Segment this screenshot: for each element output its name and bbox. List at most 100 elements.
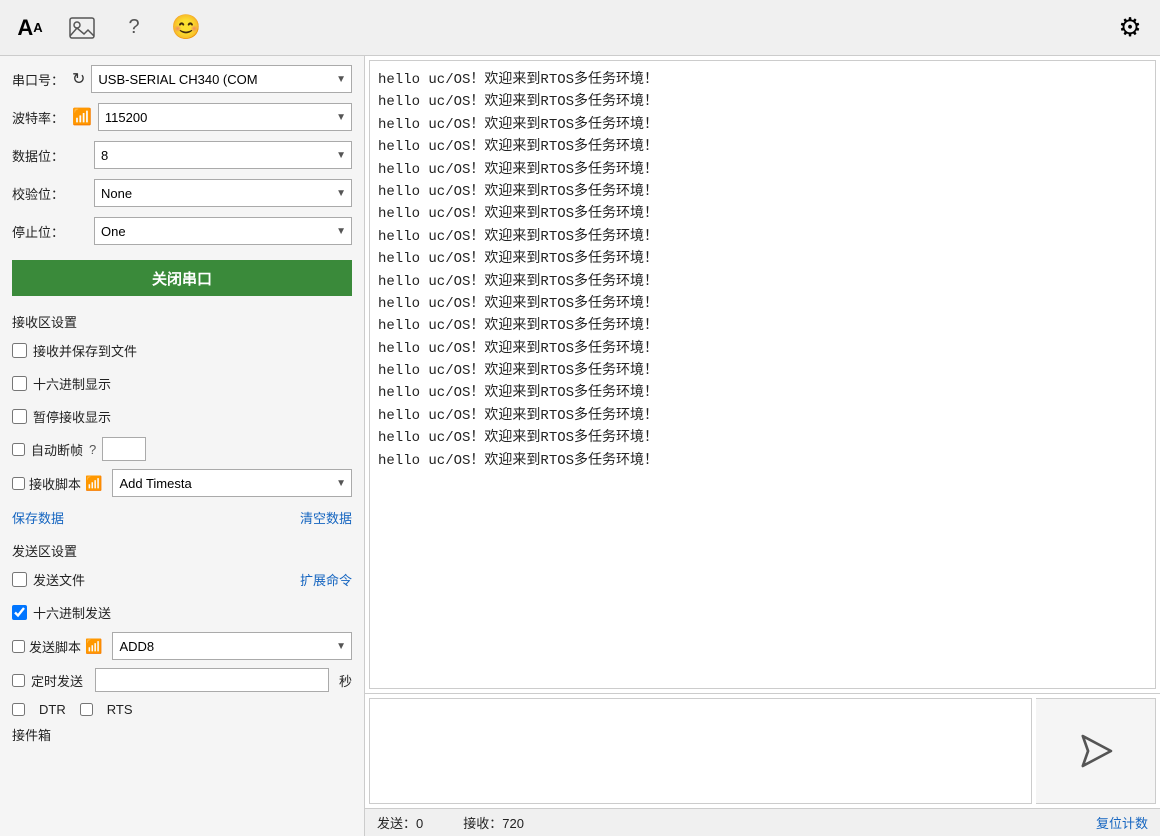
receive-script-select[interactable]: Add TimestaNoneCustom [112, 469, 352, 497]
stop-bits-select[interactable]: One1.5Two [94, 217, 352, 245]
pause-receive-label: 暂停接收显示 [33, 407, 111, 426]
send-file-row: 发送文件 扩展命令 [12, 566, 352, 592]
receive-script-row: 接收脚本 📶 Add TimestaNoneCustom ▼ [12, 469, 352, 497]
auto-frame-checkbox[interactable] [12, 443, 25, 456]
right-panel: hello uc/OS！欢迎来到RTOS多任务环境！hello uc/OS！欢迎… [365, 56, 1160, 836]
send-script-checkbox[interactable] [12, 640, 25, 653]
rts-checkbox[interactable] [80, 703, 93, 716]
parity-row: 校验位： NoneOddEvenMarkSpace ▼ [12, 178, 352, 208]
settings-icon[interactable]: ⚙ [1112, 10, 1148, 46]
receive-line: hello uc/OS！欢迎来到RTOS多任务环境！ [378, 315, 1147, 337]
baud-rate-row: 波特率： 📶 9600 19200 38400 57600 115200 230… [12, 102, 352, 132]
stop-bits-select-wrapper: One1.5Two ▼ [94, 217, 352, 245]
receive-line: hello uc/OS！欢迎来到RTOS多任务环境！ [378, 382, 1147, 404]
data-bits-select[interactable]: 5678 [94, 141, 352, 169]
save-data-link[interactable]: 保存数据 [12, 508, 64, 527]
timer-send-label: 定时发送 [31, 671, 83, 690]
send-file-checkbox[interactable] [12, 572, 27, 587]
save-to-file-row: 接收并保存到文件 [12, 337, 352, 363]
auto-frame-help-icon[interactable]: ? [89, 442, 96, 457]
refresh-icon[interactable]: ↻ [72, 69, 85, 89]
help-icon[interactable]: ? [116, 10, 152, 46]
send-script-row: 发送脚本 📶 ADD8NoneCustom ▼ [12, 632, 352, 660]
auto-frame-input[interactable]: 20 [102, 437, 146, 461]
rts-label: RTS [107, 702, 133, 717]
receive-script-checkbox[interactable] [12, 477, 25, 490]
send-settings-title: 发送区设置 [12, 541, 352, 560]
dtr-checkbox[interactable] [12, 703, 25, 716]
font-size-icon[interactable]: AA [12, 10, 48, 46]
send-script-label: 发送脚本 [29, 637, 81, 656]
hex-display-label: 十六进制显示 [33, 374, 111, 393]
send-input[interactable] [369, 698, 1032, 804]
receive-line: hello uc/OS！欢迎来到RTOS多任务环境！ [378, 181, 1147, 203]
serial-port-row: 串口号： ↻ USB-SERIAL CH340 (COM ▼ [12, 64, 352, 94]
receive-area: hello uc/OS！欢迎来到RTOS多任务环境！hello uc/OS！欢迎… [369, 60, 1156, 689]
left-panel: 串口号： ↻ USB-SERIAL CH340 (COM ▼ 波特率： 📶 96… [0, 56, 365, 836]
send-button[interactable] [1036, 698, 1156, 804]
receive-line: hello uc/OS！欢迎来到RTOS多任务环境！ [378, 248, 1147, 270]
reset-count-link[interactable]: 复位计数 [1096, 813, 1148, 832]
status-bar: 发送：0 接收：720 复位计数 [365, 808, 1160, 836]
serial-port-select[interactable]: USB-SERIAL CH340 (COM [91, 65, 352, 93]
receive-line: hello uc/OS！欢迎来到RTOS多任务环境！ [378, 226, 1147, 248]
serial-port-select-wrapper: USB-SERIAL CH340 (COM ▼ [91, 65, 352, 93]
send-script-select[interactable]: ADD8NoneCustom [112, 632, 352, 660]
expand-cmd-link[interactable]: 扩展命令 [300, 570, 352, 589]
send-area-container [365, 693, 1160, 808]
pause-receive-row: 暂停接收显示 [12, 403, 352, 429]
hex-display-row: 十六进制显示 [12, 370, 352, 396]
auto-frame-label: 自动断帧 [31, 440, 83, 459]
send-count-label: 发送：0 [377, 813, 423, 832]
bottom-input-label: 接件箱 [12, 725, 72, 744]
timer-input-wrapper: 1.0 [95, 668, 329, 692]
hex-send-label: 十六进制发送 [33, 603, 111, 622]
signal-icon[interactable]: 📶 [72, 107, 92, 127]
receive-line: hello uc/OS！欢迎来到RTOS多任务环境！ [378, 427, 1147, 449]
clear-data-link[interactable]: 清空数据 [300, 508, 352, 527]
receive-line: hello uc/OS！欢迎来到RTOS多任务环境！ [378, 450, 1147, 472]
receive-line: hello uc/OS！欢迎来到RTOS多任务环境！ [378, 405, 1147, 427]
timer-send-input[interactable]: 1.0 [95, 668, 329, 692]
hex-send-row: 十六进制发送 [12, 599, 352, 625]
image-icon[interactable] [64, 10, 100, 46]
dtr-label: DTR [39, 702, 66, 717]
main-container: 串口号： ↻ USB-SERIAL CH340 (COM ▼ 波特率： 📶 96… [0, 56, 1160, 836]
auto-frame-row: 自动断帧 ? 20 [12, 436, 352, 462]
hex-display-checkbox[interactable] [12, 376, 27, 391]
receive-script-signal-icon[interactable]: 📶 [85, 475, 102, 492]
baud-rate-select-wrapper: 9600 19200 38400 57600 115200 230400 ▼ [98, 103, 352, 131]
parity-label: 校验位： [12, 184, 72, 203]
emoji-icon[interactable]: 😊 [168, 10, 204, 46]
data-bits-select-wrapper: 5678 ▼ [94, 141, 352, 169]
receive-line: hello uc/OS！欢迎来到RTOS多任务环境！ [378, 338, 1147, 360]
serial-port-label: 串口号： [12, 70, 72, 89]
pause-receive-checkbox[interactable] [12, 409, 27, 424]
stop-bits-row: 停止位： One1.5Two ▼ [12, 216, 352, 246]
baud-rate-label: 波特率： [12, 108, 72, 127]
save-to-file-label: 接收并保存到文件 [33, 341, 137, 360]
receive-line: hello uc/OS！欢迎来到RTOS多任务环境！ [378, 91, 1147, 113]
data-bits-row: 数据位： 5678 ▼ [12, 140, 352, 170]
bottom-input-row: 接件箱 [12, 725, 352, 744]
timer-send-checkbox[interactable] [12, 674, 25, 687]
receive-line: hello uc/OS！欢迎来到RTOS多任务环境！ [378, 203, 1147, 225]
send-script-signal-icon[interactable]: 📶 [85, 638, 102, 655]
receive-script-select-wrapper: Add TimestaNoneCustom ▼ [112, 469, 352, 497]
stop-bits-label: 停止位： [12, 222, 72, 241]
baud-rate-select[interactable]: 9600 19200 38400 57600 115200 230400 [98, 103, 352, 131]
save-to-file-checkbox[interactable] [12, 343, 27, 358]
close-serial-button[interactable]: 关闭串口 [12, 260, 352, 296]
toolbar: AA ? 😊 ⚙ [0, 0, 1160, 56]
receive-line: hello uc/OS！欢迎来到RTOS多任务环境！ [378, 159, 1147, 181]
receive-line: hello uc/OS！欢迎来到RTOS多任务环境！ [378, 114, 1147, 136]
data-bits-label: 数据位： [12, 146, 72, 165]
receive-line: hello uc/OS！欢迎来到RTOS多任务环境！ [378, 360, 1147, 382]
dtr-rts-row: DTR RTS [12, 702, 352, 717]
parity-select-wrapper: NoneOddEvenMarkSpace ▼ [94, 179, 352, 207]
receive-line: hello uc/OS！欢迎来到RTOS多任务环境！ [378, 69, 1147, 91]
send-script-select-wrapper: ADD8NoneCustom ▼ [112, 632, 352, 660]
timer-unit-label: 秒 [339, 671, 352, 690]
parity-select[interactable]: NoneOddEvenMarkSpace [94, 179, 352, 207]
hex-send-checkbox[interactable] [12, 605, 27, 620]
